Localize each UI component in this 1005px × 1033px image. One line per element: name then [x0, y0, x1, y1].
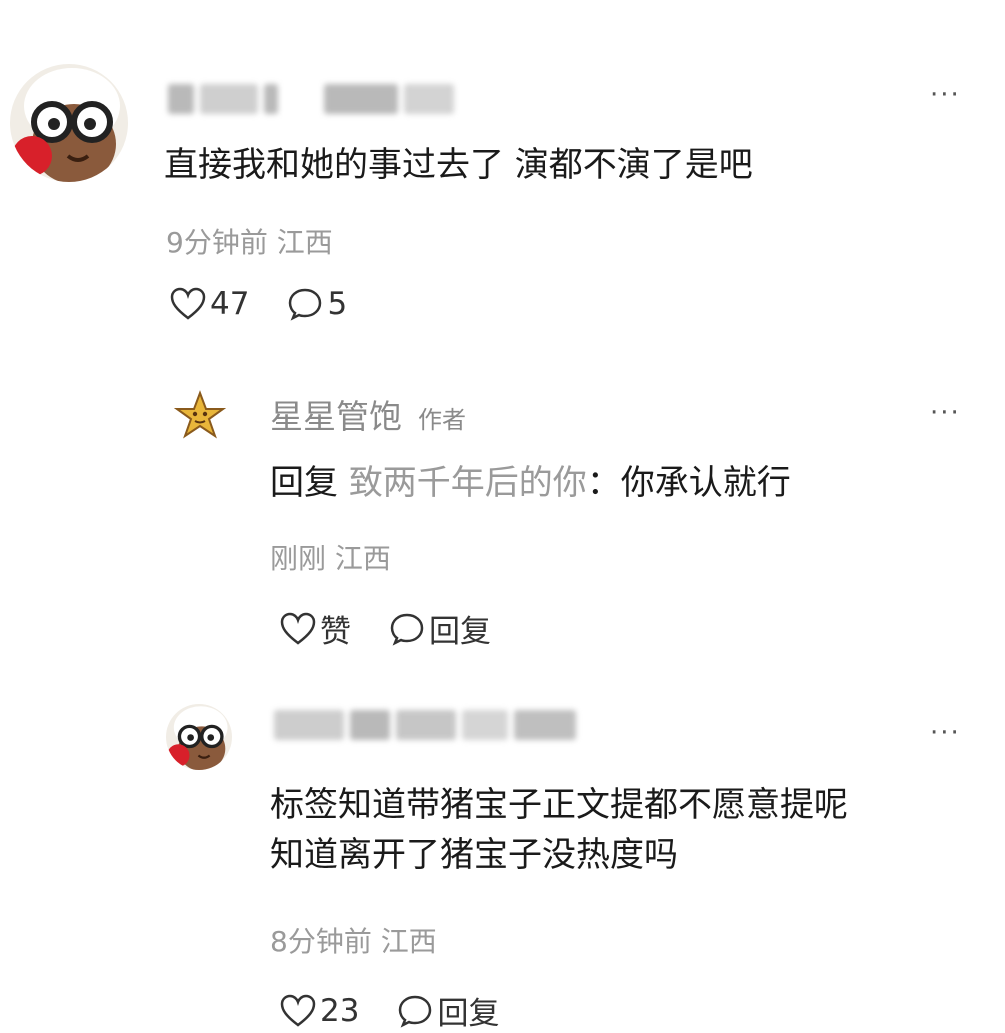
heart-icon [280, 994, 316, 1027]
cartoon-glasses-avatar-icon [10, 64, 128, 182]
cartoon-glasses-avatar-icon [166, 704, 232, 770]
like-label: 赞 [320, 614, 351, 650]
heart-icon [280, 612, 316, 645]
comment-actions: 赞 回复 [280, 606, 529, 651]
username[interactable]: 星星管饱 [270, 390, 402, 438]
comment-text: 标签知道带猪宝子正文提都不愿意提呢 知道离开了猪宝子没热度吗 [270, 780, 848, 880]
heart-icon [170, 287, 206, 320]
like-button[interactable]: 赞 [280, 606, 351, 651]
reply-body: ：你承认就行 [586, 463, 791, 503]
reply-keyword: 回复 [270, 463, 338, 503]
reply-button[interactable]: 回复 [389, 606, 491, 651]
avatar[interactable] [10, 64, 128, 182]
comment-actions: 23 回复 [280, 988, 537, 1033]
comment-time: 刚刚 [270, 542, 327, 575]
like-button[interactable]: 47 [170, 286, 249, 322]
comment-bubble-icon [399, 995, 432, 1028]
avatar[interactable] [174, 390, 226, 442]
comment-meta: 刚刚 江西 [270, 537, 391, 577]
comment-text-line: 标签知道带猪宝子正文提都不愿意提呢 [270, 785, 848, 825]
comment-actions: 47 5 [170, 286, 385, 322]
comment-location: 江西 [334, 542, 391, 575]
like-count: 23 [320, 992, 360, 1029]
comment-bubble-icon [289, 288, 322, 321]
avatar[interactable] [166, 704, 232, 770]
more-options-button[interactable]: ··· [930, 82, 961, 108]
comment-meta: 8分钟前 江西 [270, 920, 437, 960]
like-count: 47 [210, 286, 250, 322]
comment-text: 直接我和她的事过去了 演都不演了是吧 [164, 145, 753, 185]
comment-time: 8分钟前 [270, 925, 372, 958]
reply-target-user[interactable]: 致两千年后的你 [349, 463, 587, 503]
comment-location: 江西 [380, 925, 437, 958]
like-button[interactable]: 23 [280, 993, 359, 1029]
reply-label: 回复 [437, 996, 500, 1032]
comment-meta: 9分钟前 江西 [166, 221, 333, 261]
reply-text: 回复 致两千年后的你：你承认就行 [270, 458, 791, 508]
username-redacted[interactable] [274, 710, 576, 740]
comment-time: 9分钟前 [166, 226, 268, 259]
comment-bubble-icon [390, 613, 424, 646]
reply-count: 5 [327, 286, 348, 322]
more-options-button[interactable]: ··· [930, 400, 961, 426]
reply-button[interactable]: 5 [287, 286, 347, 322]
reply-header: 星星管饱 作者 [270, 390, 466, 438]
more-options-button[interactable]: ··· [930, 720, 961, 746]
comment-location: 江西 [276, 226, 333, 259]
reply-label: 回复 [429, 614, 491, 650]
author-badge: 作者 [418, 406, 466, 434]
comment-text-line: 知道离开了猪宝子没热度吗 [270, 835, 678, 875]
username-redacted[interactable] [168, 84, 454, 114]
reply-button[interactable]: 回复 [397, 988, 499, 1033]
star-avatar-icon [174, 390, 226, 439]
